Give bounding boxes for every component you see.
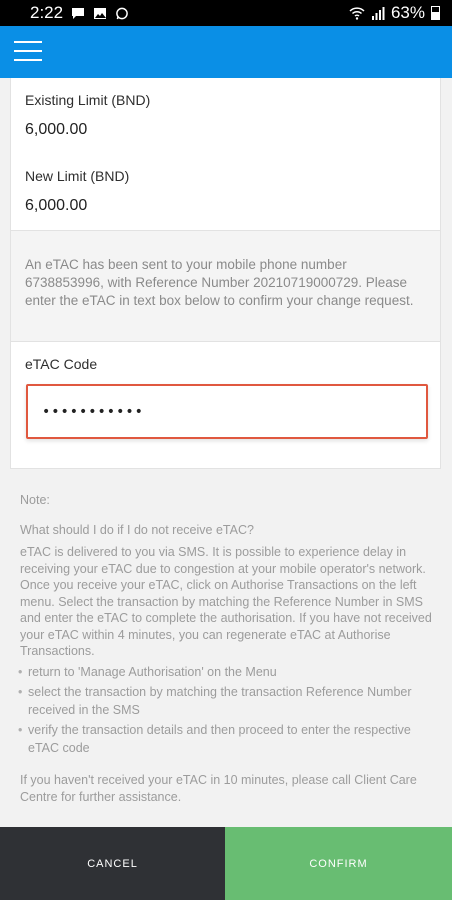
etac-info-box: An eTAC has been sent to your mobile pho… (10, 231, 441, 341)
confirm-button[interactable]: CONFIRM (225, 827, 452, 900)
cancel-button[interactable]: CANCEL (0, 827, 225, 900)
note-bullet-list: return to 'Manage Authorisation' on the … (18, 663, 443, 759)
whatsapp-icon (116, 7, 128, 19)
limits-card: Existing Limit (BND) 6,000.00 New Limit … (10, 78, 441, 231)
app-header (0, 26, 452, 78)
etac-code-input[interactable] (26, 384, 428, 439)
message-icon (72, 7, 85, 19)
note-heading: Note: (20, 493, 50, 507)
new-limit-label: New Limit (BND) (25, 168, 130, 184)
wifi-icon (349, 6, 365, 20)
status-time: 2:22 (30, 3, 64, 22)
etac-code-label: eTAC Code (25, 356, 98, 372)
etac-card: eTAC Code (10, 341, 441, 469)
etac-info-text: An eTAC has been sent to your mobile pho… (25, 257, 414, 308)
existing-limit-label: Existing Limit (BND) (25, 92, 151, 108)
image-icon (94, 7, 107, 19)
status-bar: 2:22 63% (0, 0, 452, 26)
main-content: Existing Limit (BND) 6,000.00 New Limit … (0, 78, 452, 827)
battery-percent: 63% (390, 3, 425, 22)
signal-icon (371, 6, 385, 20)
note-footer: If you haven't received your eTAC in 10 … (20, 773, 417, 804)
action-bar: CANCEL CONFIRM (0, 827, 452, 900)
new-limit-value: 6,000.00 (25, 197, 88, 214)
battery-icon (431, 6, 440, 20)
note-question: What should I do if I do not receive eTA… (20, 523, 254, 537)
list-item: select the transaction by matching the t… (18, 683, 443, 719)
existing-limit-value: 6,000.00 (25, 121, 88, 138)
note-paragraph: eTAC is delivered to you via SMS. It is … (20, 545, 432, 658)
list-item: return to 'Manage Authorisation' on the … (18, 663, 443, 681)
menu-icon[interactable] (14, 39, 44, 63)
list-item: verify the transaction details and then … (18, 721, 443, 757)
